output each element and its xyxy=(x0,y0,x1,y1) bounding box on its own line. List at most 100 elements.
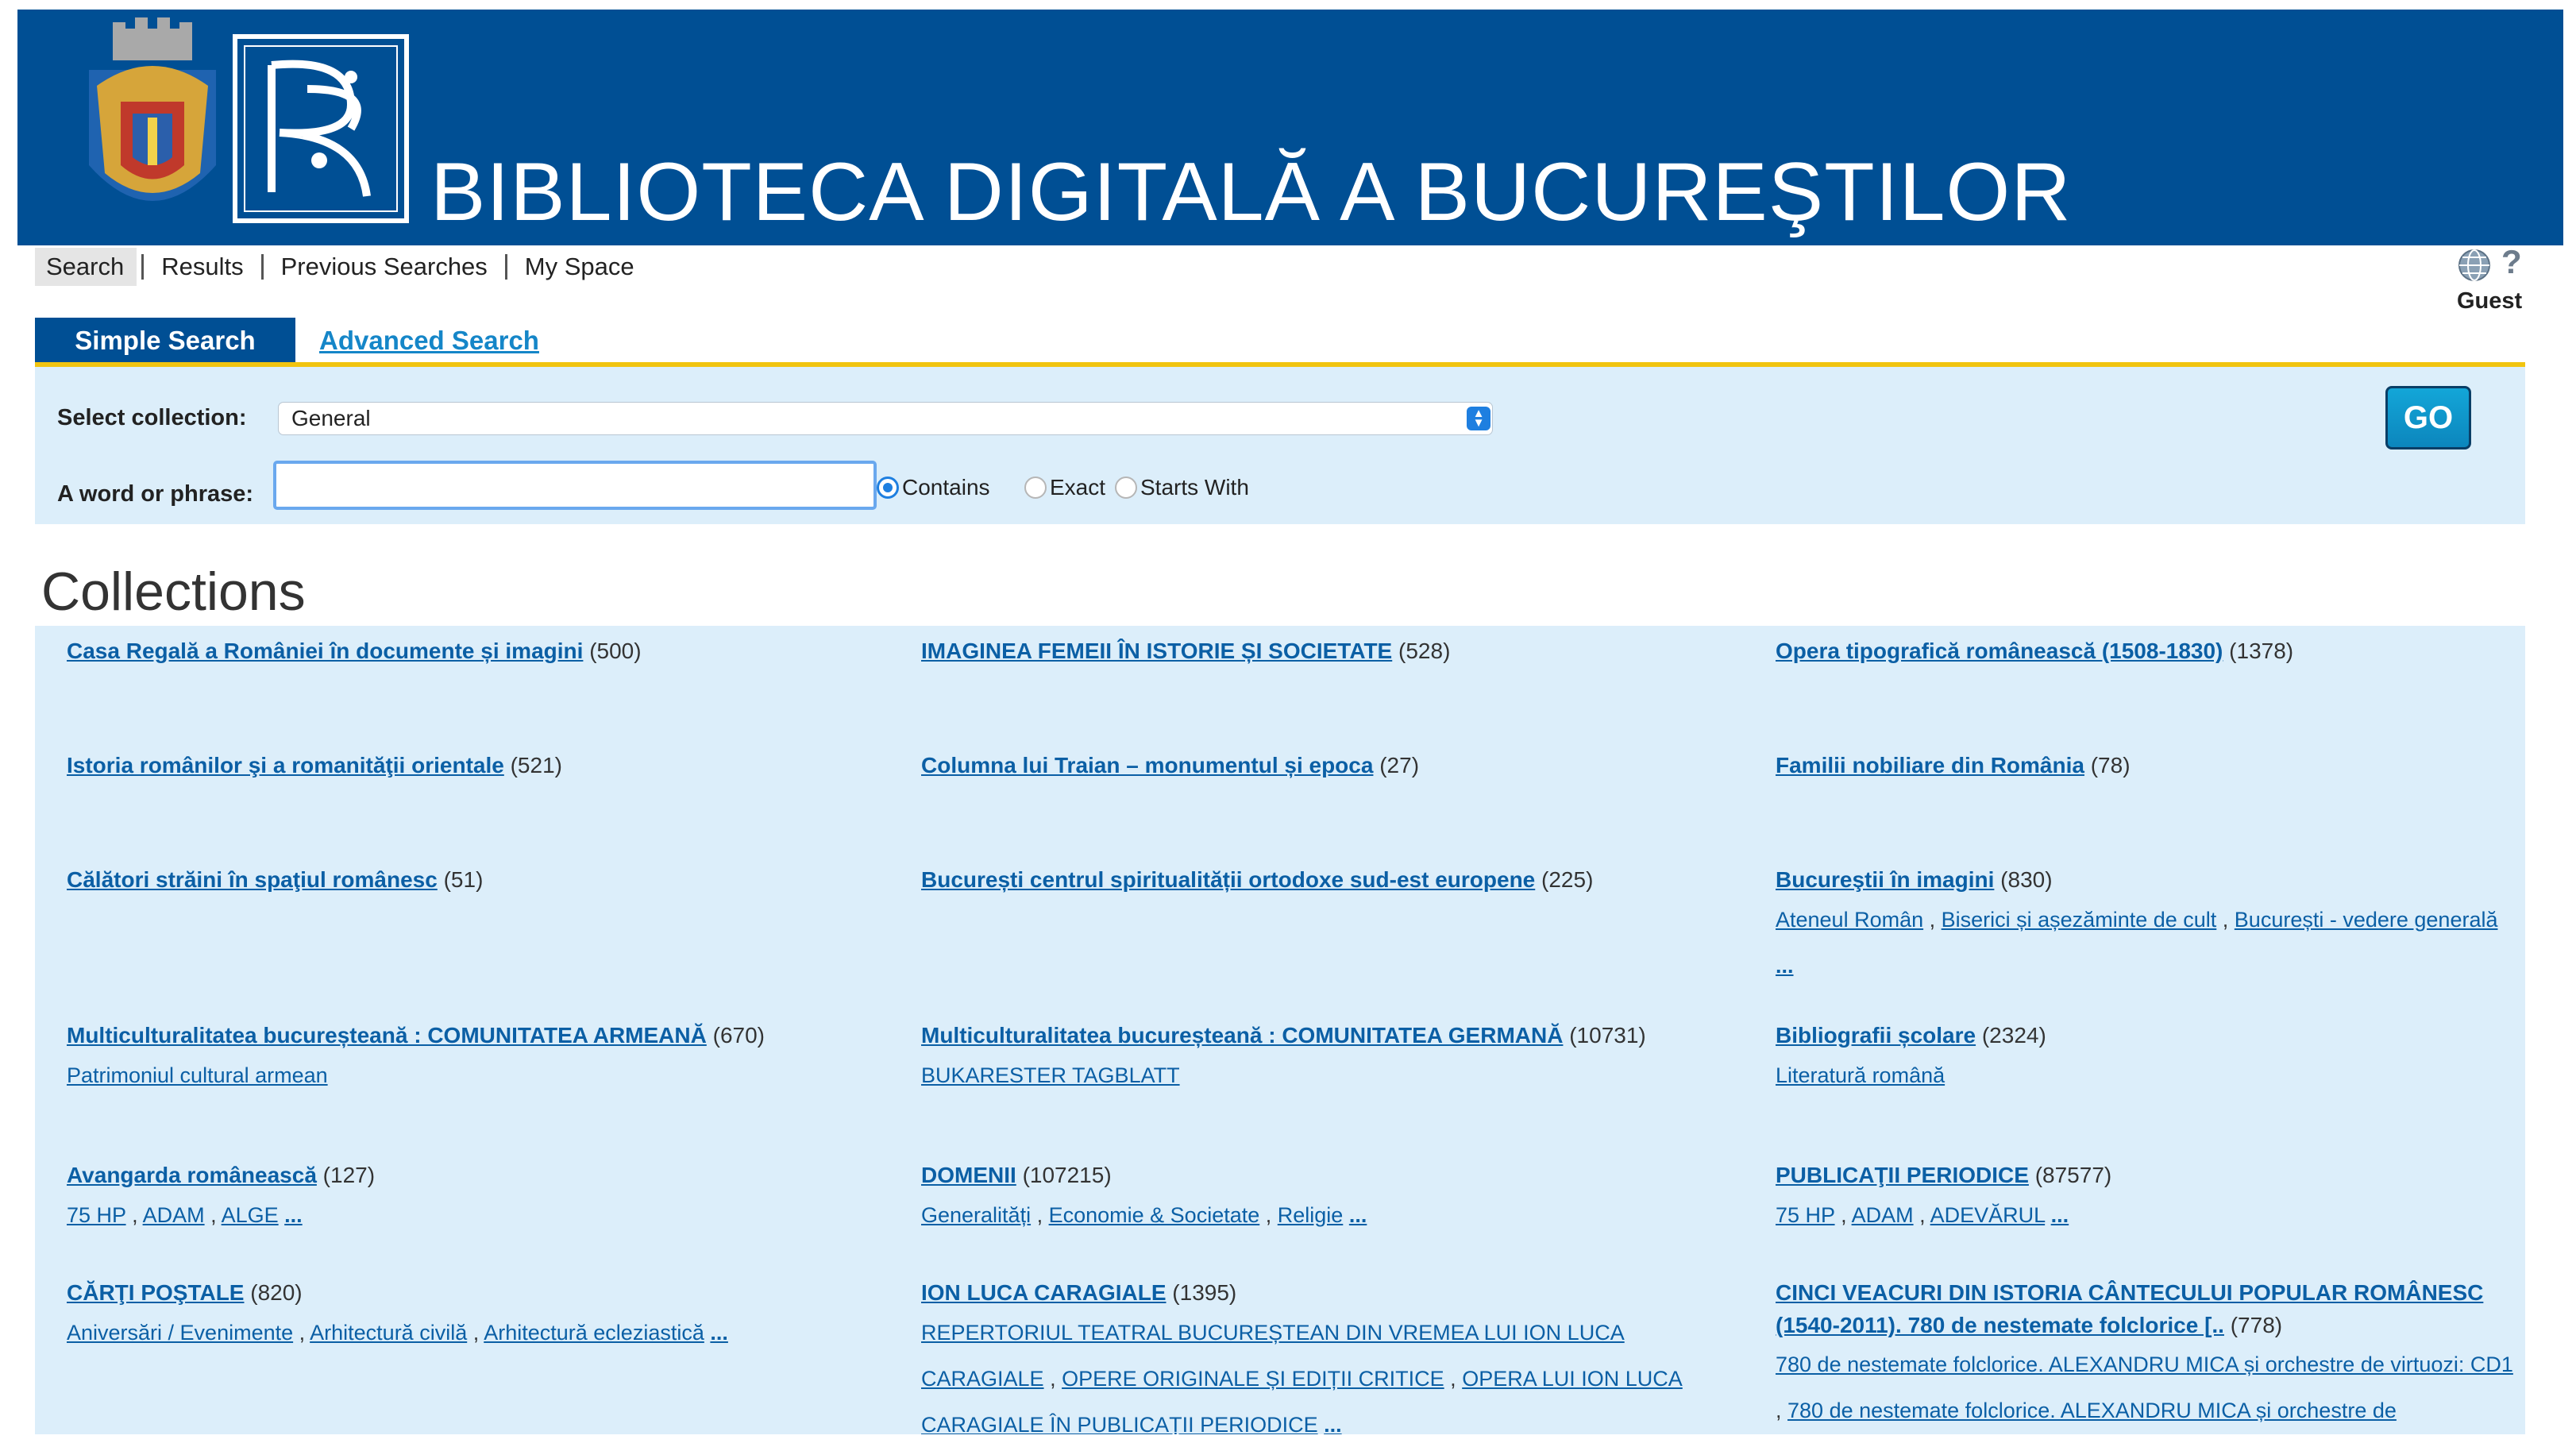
more-link[interactable]: ... xyxy=(284,1203,303,1227)
collections-heading: Collections xyxy=(41,561,306,622)
subcollection-list: Literatură română xyxy=(1776,1052,2514,1098)
subcollection-link[interactable]: Arhitectură civilă xyxy=(310,1321,467,1345)
collection-item: PUBLICAŢII PERIODICE (87577) 75 HP , ADAM… xyxy=(1776,1160,2514,1238)
collection-title-line: CINCI VEACURI DIN ISTORIA CÂNTECULUI POP… xyxy=(1776,1277,2514,1341)
radio-contains[interactable]: Contains xyxy=(877,475,990,500)
radio-starts-with[interactable]: Starts With xyxy=(1115,475,1249,500)
radio-exact-button[interactable] xyxy=(1024,477,1047,499)
language-globe-icon[interactable] xyxy=(2457,248,2492,283)
collection-link[interactable]: PUBLICAŢII PERIODICE xyxy=(1776,1163,2029,1187)
collection-title-line: ION LUCA CARAGIALE (1395) xyxy=(921,1277,1723,1310)
collection-link[interactable]: Multiculturalitatea bucureșteană : COMUN… xyxy=(921,1023,1563,1048)
collection-item: ION LUCA CARAGIALE (1395) REPERTORIUL TEA… xyxy=(921,1277,1723,1434)
subcollection-link[interactable]: Economie & Societate xyxy=(1049,1203,1260,1227)
collection-title-line: Casa Regală a României în documente și i… xyxy=(67,635,861,668)
collection-select[interactable]: General ▲ ▼ xyxy=(278,402,1493,435)
user-label: Guest xyxy=(2457,288,2523,314)
collection-count: (107215) xyxy=(1022,1163,1112,1187)
collection-title-line: Opera tipografică românească (1508-1830)… xyxy=(1776,635,2514,668)
more-link[interactable]: ... xyxy=(1776,954,1794,978)
subcollection-link[interactable]: București - vedere generală xyxy=(2235,908,2498,932)
subcollection-link[interactable]: BUKARESTER TAGBLATT xyxy=(921,1063,1180,1087)
more-link[interactable]: ... xyxy=(1324,1413,1342,1434)
collection-title-line: CĂRŢI POŞTALE (820) xyxy=(67,1277,861,1310)
subcollection-link[interactable]: Religie xyxy=(1278,1203,1344,1227)
nav-separator xyxy=(260,254,264,280)
subcollection-link[interactable]: Patrimoniul cultural armean xyxy=(67,1063,328,1087)
collection-title-line: DOMENII (107215) xyxy=(921,1160,1723,1192)
collection-count: (500) xyxy=(589,639,642,663)
collection-link[interactable]: Casa Regală a României în documente și i… xyxy=(67,639,583,663)
more-link[interactable]: ... xyxy=(2051,1203,2069,1227)
collection-link[interactable]: Columna lui Traian – monumentul și epoca xyxy=(921,753,1373,778)
subcollection-link[interactable]: Biserici și așezăminte de cult xyxy=(1942,908,2217,932)
collection-item: DOMENII (107215) Generalități , Economie … xyxy=(921,1160,1723,1238)
subcollection-link[interactable]: Literatură română xyxy=(1776,1063,1945,1087)
collection-title-line: Avangarda românească (127) xyxy=(67,1160,861,1192)
collection-link[interactable]: Călători străini în spaţiul românesc xyxy=(67,867,438,892)
collection-link[interactable]: Multiculturalitatea bucureșteană : COMUN… xyxy=(67,1023,707,1048)
radio-starts-with-label: Starts With xyxy=(1140,475,1249,500)
collection-link[interactable]: DOMENII xyxy=(921,1163,1016,1187)
tab-advanced-search[interactable]: Advanced Search xyxy=(319,326,539,356)
subcollection-list: 75 HP , ADAM , ADEVĂRUL ... xyxy=(1776,1202,2069,1227)
collection-count: (1378) xyxy=(2229,639,2294,663)
more-link[interactable]: ... xyxy=(710,1321,728,1345)
nav-previous-searches[interactable]: Previous Searches xyxy=(268,248,500,286)
collection-title-line: Călători străini în spaţiul românesc (51… xyxy=(67,864,861,897)
collection-item: Bibliografii școlare (2324) Literatură ro… xyxy=(1776,1020,2514,1098)
subcollection-list: 780 de nestemate folclorice. ALEXANDRU M… xyxy=(1776,1352,2513,1423)
subcollection-link[interactable]: ADAM xyxy=(143,1203,205,1227)
nav-results[interactable]: Results xyxy=(148,248,256,286)
collection-link[interactable]: ION LUCA CARAGIALE xyxy=(921,1280,1167,1305)
collection-count: (51) xyxy=(443,867,484,892)
subcollection-link[interactable]: Aniversări / Evenimente xyxy=(67,1321,293,1345)
collection-link[interactable]: Familii nobiliare din România xyxy=(1776,753,2084,778)
collection-count: (10731) xyxy=(1569,1023,1646,1048)
collection-count: (127) xyxy=(322,1163,376,1187)
collection-link[interactable]: Bucureştii în imagini xyxy=(1776,867,1994,892)
collection-title-line: Bibliografii școlare (2324) xyxy=(1776,1020,2514,1052)
subcollection-link[interactable]: 780 de nestemate folclorice. ALEXANDRU M… xyxy=(1787,1399,2397,1422)
collection-count: (670) xyxy=(712,1023,765,1048)
collection-item: Opera tipografică românească (1508-1830)… xyxy=(1776,635,2514,668)
subcollection-link[interactable]: Arhitectură ecleziastică xyxy=(484,1321,704,1345)
subcollection-link[interactable]: 75 HP xyxy=(1776,1203,1835,1227)
radio-exact[interactable]: Exact xyxy=(1024,475,1105,500)
collection-link[interactable]: IMAGINEA FEMEII ÎN ISTORIE ȘI SOCIETATE xyxy=(921,639,1392,663)
subcollection-link[interactable]: Generalități xyxy=(921,1203,1031,1227)
subcollection-link[interactable]: 75 HP xyxy=(67,1203,126,1227)
collection-link[interactable]: Istoria românilor şi a romanităţii orien… xyxy=(67,753,504,778)
collection-link[interactable]: CĂRŢI POŞTALE xyxy=(67,1280,244,1305)
collection-count: (2324) xyxy=(1981,1023,2046,1048)
subcollection-link[interactable]: ADAM xyxy=(1852,1203,1914,1227)
go-button[interactable]: GO xyxy=(2385,386,2471,450)
subcollection-list: 75 HP , ADAM , ALGE ... xyxy=(67,1202,303,1227)
collection-link[interactable]: CINCI VEACURI DIN ISTORIA CÂNTECULUI POP… xyxy=(1776,1280,2483,1337)
collection-item: CĂRŢI POŞTALE (820) Aniversări / Evenimen… xyxy=(67,1277,861,1356)
collection-count: (78) xyxy=(2090,753,2131,778)
phrase-label: A word or phrase: xyxy=(57,481,254,507)
collection-title-line: Familii nobiliare din România (78) xyxy=(1776,750,2514,782)
tab-simple-search[interactable]: Simple Search xyxy=(35,318,295,363)
collection-link[interactable]: București centrul spiritualității ortodo… xyxy=(921,867,1535,892)
subcollection-link[interactable]: ADEVĂRUL xyxy=(1930,1203,2046,1227)
nav-search[interactable]: Search xyxy=(35,248,137,286)
subcollection-link[interactable]: 780 de nestemate folclorice. ALEXANDRU M… xyxy=(1776,1352,2513,1376)
collection-link[interactable]: Bibliografii școlare xyxy=(1776,1023,1976,1048)
subcollection-link[interactable]: ALGE xyxy=(222,1203,279,1227)
subcollection-link[interactable]: Ateneul Român xyxy=(1776,908,1923,932)
collection-item: Casa Regală a României în documente și i… xyxy=(67,635,861,668)
nav-my-space[interactable]: My Space xyxy=(512,248,647,286)
collection-link[interactable]: Opera tipografică românească (1508-1830) xyxy=(1776,639,2223,663)
phrase-input[interactable] xyxy=(273,461,877,510)
collection-item: Călători străini în spaţiul românesc (51… xyxy=(67,864,861,897)
radio-contains-button[interactable] xyxy=(877,477,899,499)
help-icon[interactable]: ? xyxy=(2501,243,2522,281)
collection-item: Istoria românilor şi a romanităţii orien… xyxy=(67,750,861,782)
subcollection-link[interactable]: OPERE ORIGINALE ȘI EDIȚII CRITICE xyxy=(1062,1367,1444,1391)
collection-link[interactable]: Avangarda românească xyxy=(67,1163,317,1187)
radio-starts-with-button[interactable] xyxy=(1115,477,1137,499)
more-link[interactable]: ... xyxy=(1349,1203,1367,1227)
collection-item: Bucureştii în imagini (830) Ateneul Român… xyxy=(1776,864,2514,989)
